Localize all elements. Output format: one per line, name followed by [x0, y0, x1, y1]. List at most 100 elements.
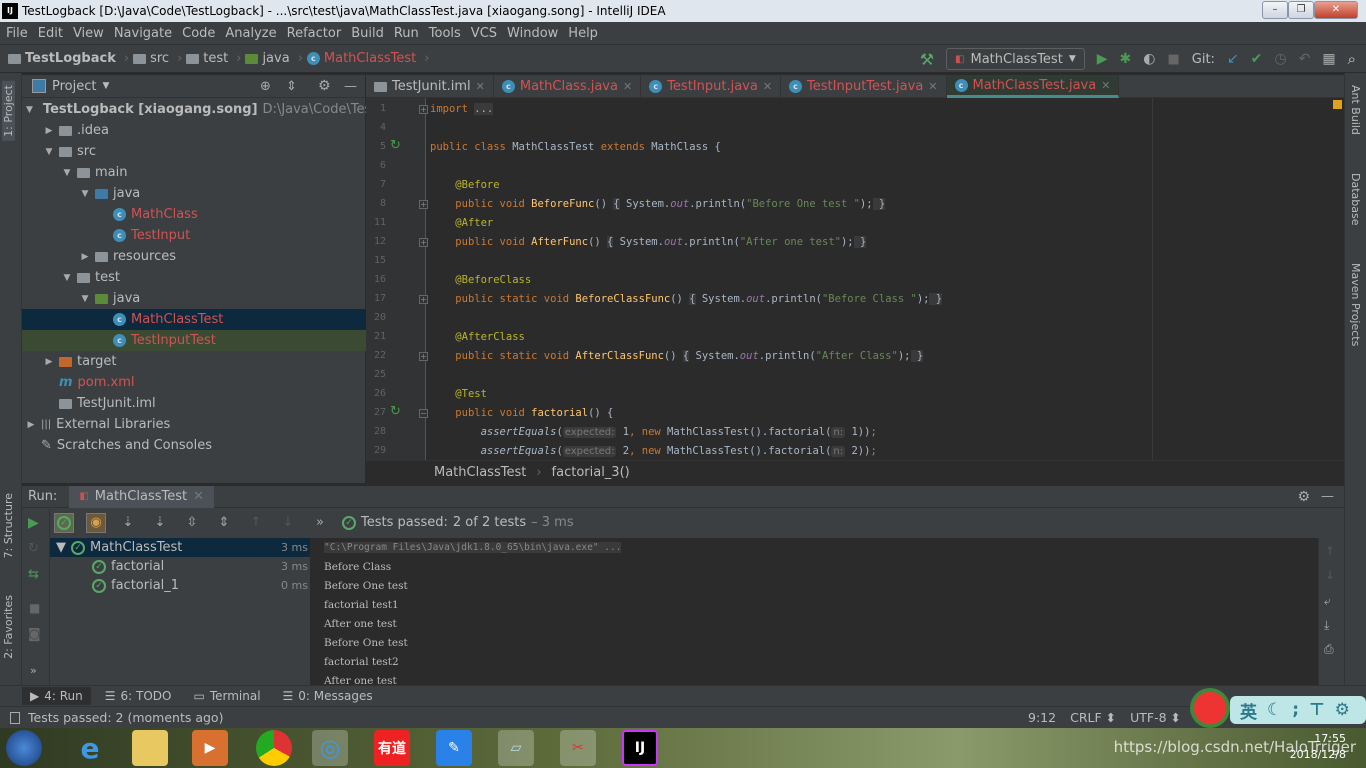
menu-run[interactable]: Run	[390, 26, 425, 41]
tree-item[interactable]: m pom.xml	[22, 372, 366, 393]
fold-expand-icon[interactable]: +	[419, 105, 428, 114]
tree-item[interactable]: ▶ target	[22, 351, 366, 372]
menu-analyze[interactable]: Analyze	[221, 26, 282, 41]
tree-item[interactable]: c MathClassTest	[22, 309, 366, 330]
close-tab-icon[interactable]: ✕	[623, 80, 632, 93]
caret-position[interactable]: 9:12	[1028, 710, 1056, 725]
collapse-all-icon[interactable]: ⇕	[286, 79, 297, 94]
bottom-tab[interactable]: ☰ 0: Messages	[275, 687, 381, 705]
editor-tab[interactable]: c MathClassTest.java ✕	[946, 75, 1120, 98]
breadcrumb-item[interactable]: c MathClassTest ›	[306, 51, 429, 66]
build-hammer-icon[interactable]: ⚒	[920, 50, 934, 69]
start-button[interactable]	[6, 730, 42, 766]
test-item[interactable]: ✓ factorial_1 0 ms	[50, 576, 310, 595]
gear-icon[interactable]: ⚙	[1297, 489, 1310, 505]
down-arrow-icon[interactable]: ↓	[1325, 568, 1335, 582]
qq-browser-icon[interactable]: ◎	[312, 730, 348, 766]
sort-by-duration-icon[interactable]: ⇣	[150, 513, 170, 533]
shirt-icon[interactable]: ⊤	[1309, 700, 1325, 720]
rerun-failed-icon[interactable]: ↻	[28, 541, 39, 556]
search-icon[interactable]: ⌕	[1348, 50, 1356, 68]
chrome-icon[interactable]	[256, 730, 292, 766]
media-player-icon[interactable]: ▶	[192, 730, 228, 766]
expand-all-icon[interactable]: ⇳	[182, 513, 202, 533]
expanded-arrow-icon[interactable]: ▼	[62, 168, 72, 178]
tree-item[interactable]: ▼ src	[22, 141, 366, 162]
minimize-button[interactable]: –	[1262, 1, 1288, 19]
git-revert-icon[interactable]: ↶	[1299, 51, 1311, 67]
bottom-tab[interactable]: ▭ Terminal	[185, 687, 268, 705]
tree-item[interactable]: ✎ Scratches and Consoles	[22, 435, 366, 456]
notepad-icon[interactable]: ▱	[498, 730, 534, 766]
run-configuration-select[interactable]: ◧ MathClassTest ▼	[946, 48, 1085, 70]
stop-icon[interactable]: ■	[1167, 52, 1179, 67]
menu-file[interactable]: File	[2, 26, 34, 41]
tree-item[interactable]: ▶ resources	[22, 246, 366, 267]
encoding-select[interactable]: UTF-8 ⬍	[1130, 710, 1181, 725]
fold-expand-icon[interactable]: +	[419, 238, 428, 247]
next-arrow-icon[interactable]: ↓	[278, 513, 298, 533]
structure-tool-tab[interactable]: 7: Structure	[2, 493, 15, 558]
warning-indicator-icon[interactable]	[1333, 100, 1342, 109]
breadcrumb-method[interactable]: factorial_3()	[552, 465, 630, 480]
tree-item[interactable]: ▼ TestLogback [xiaogang.song] D:\Java\Code…	[22, 99, 391, 120]
run-tab-mathclasstest[interactable]: ◧ MathClassTest ✕	[69, 485, 214, 508]
expanded-arrow-icon[interactable]: ▼	[44, 147, 54, 157]
ant-build-tool-tab[interactable]: Ant Build	[1349, 85, 1362, 135]
test-item[interactable]: ▼ ✓ MathClassTest 3 ms	[50, 538, 310, 557]
breadcrumb-item[interactable]: src ›	[133, 51, 182, 66]
snipping-tool-icon[interactable]: ✂	[560, 730, 596, 766]
tree-item[interactable]: ▼ test	[22, 267, 366, 288]
bottom-tab[interactable]: ☰ 6: TODO	[97, 687, 180, 705]
close-tab-icon[interactable]: ✕	[1101, 79, 1110, 92]
notes-app-icon[interactable]: ✎	[436, 730, 472, 766]
expanded-arrow-icon[interactable]: ▼	[80, 294, 90, 304]
collapse-all-icon[interactable]: ⇕	[214, 513, 234, 533]
run-test-gutter-icon[interactable]: ↻	[390, 404, 401, 419]
project-tool-tab[interactable]: 1: Project	[2, 81, 15, 141]
toggle-auto-test-icon[interactable]: ⇆	[28, 567, 39, 582]
git-commit-check-icon[interactable]: ✔	[1251, 51, 1263, 67]
breadcrumb-item[interactable]: java ›	[245, 51, 303, 66]
project-view-select[interactable]: Project	[52, 79, 96, 94]
tree-item[interactable]: TestJunit.iml	[22, 393, 366, 414]
menu-vcs[interactable]: VCS	[467, 26, 503, 41]
breadcrumb-item[interactable]: test ›	[186, 51, 241, 66]
tree-item[interactable]: ▼ main	[22, 162, 366, 183]
collapsed-arrow-icon[interactable]: ▶	[80, 252, 90, 262]
test-item[interactable]: ✓ factorial 3 ms	[50, 557, 310, 576]
previous-arrow-icon[interactable]: ↑	[246, 513, 266, 533]
debug-bug-icon[interactable]: ✱	[1120, 51, 1132, 67]
tree-item[interactable]: c TestInputTest	[22, 330, 366, 351]
project-structure-icon[interactable]: ▦	[1322, 51, 1335, 67]
menu-edit[interactable]: Edit	[34, 26, 69, 41]
system-clock[interactable]: 17:55 2018/12/8	[1290, 731, 1346, 763]
editor-tab[interactable]: c TestInputTest.java ✕	[781, 75, 947, 98]
database-tool-tab[interactable]: Database	[1349, 173, 1362, 226]
breadcrumb-item[interactable]: TestLogback ›	[8, 51, 129, 66]
collapsed-arrow-icon[interactable]: ▶	[26, 420, 36, 430]
editor-tab[interactable]: TestJunit.iml ✕	[366, 75, 494, 98]
sort-alphabetically-icon[interactable]: ⇣	[118, 513, 138, 533]
run-test-gutter-icon[interactable]: ↻	[390, 138, 401, 153]
editor-tab[interactable]: c TestInput.java ✕	[641, 75, 782, 98]
fold-expand-icon[interactable]: +	[419, 295, 428, 304]
git-history-clock-icon[interactable]: ◷	[1274, 51, 1286, 67]
print-icon[interactable]: ⎙	[1324, 642, 1334, 657]
locate-target-icon[interactable]: ⊕	[260, 79, 271, 94]
close-tab-icon[interactable]: ✕	[476, 80, 485, 93]
close-icon[interactable]: ✕	[193, 489, 204, 504]
bottom-tab[interactable]: ▶ 4: Run	[22, 687, 91, 705]
menu-tools[interactable]: Tools	[425, 26, 467, 41]
line-separator-select[interactable]: CRLF ⬍	[1070, 710, 1116, 725]
more-icon[interactable]: »	[310, 513, 330, 533]
code-editor[interactable]: 1 +4 5 ↻ 6 7 8 +11 12 +15 16 17 +20 21 22 +25 26 27− ↻ 28 29…	[366, 98, 1344, 460]
hide-panel-icon[interactable]: —	[1321, 489, 1334, 504]
menu-navigate[interactable]: Navigate	[110, 26, 178, 41]
coverage-icon[interactable]: ◐	[1143, 51, 1155, 67]
tree-item[interactable]: ▶ ||| External Libraries	[22, 414, 366, 435]
fold-expand-icon[interactable]: +	[419, 200, 428, 209]
expanded-arrow-icon[interactable]: ▼	[26, 105, 33, 115]
collapsed-arrow-icon[interactable]: ▶	[44, 357, 54, 367]
file-explorer-icon[interactable]	[132, 730, 168, 766]
